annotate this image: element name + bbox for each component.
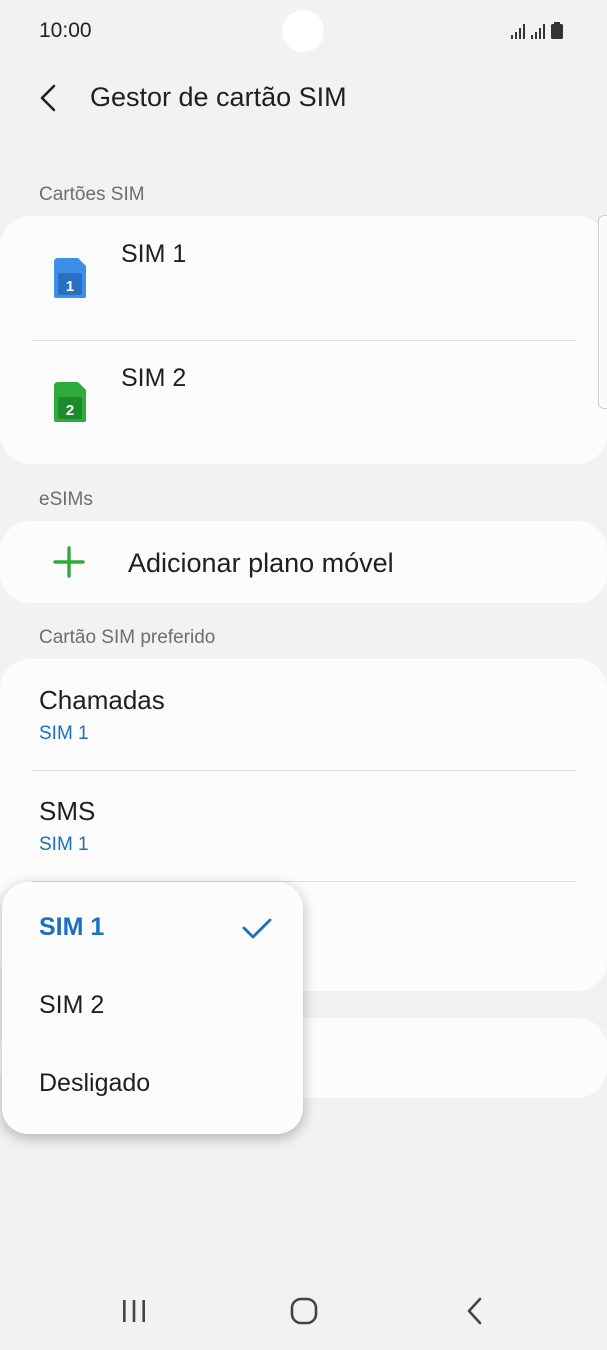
section-title-preferred: Cartão SIM preferido xyxy=(39,627,216,648)
esim-card: Adicionar plano móvel xyxy=(0,521,607,603)
pref-value-sms: SIM 1 xyxy=(39,834,89,855)
sim-badge-2: 2 xyxy=(66,402,74,419)
navigation-bar xyxy=(0,1270,607,1350)
sim-card-row-1[interactable]: 1 SIM 1 xyxy=(0,216,607,340)
dropdown-option-sim1[interactable]: SIM 1 xyxy=(2,891,303,969)
signal-battery-icons xyxy=(511,22,563,39)
sim-card-row-2[interactable]: 2 SIM 2 xyxy=(0,340,607,464)
pref-value-calls: SIM 1 xyxy=(39,723,89,744)
app-bar: Gestor de cartão SIM xyxy=(0,62,607,134)
signal-icon xyxy=(511,24,525,39)
dropdown-option-sim2[interactable]: SIM 2 xyxy=(2,969,303,1047)
pref-row-calls[interactable]: Chamadas SIM 1 xyxy=(0,659,607,769)
chevron-left-icon[interactable] xyxy=(28,76,72,120)
sim-card-icon: 1 xyxy=(54,258,86,298)
pref-title-calls: Chamadas xyxy=(39,685,165,715)
page-title: Gestor de cartão SIM xyxy=(90,82,347,112)
scrollbar[interactable] xyxy=(598,215,607,409)
sim-label: SIM 1 xyxy=(121,240,187,268)
camera-cutout xyxy=(282,10,324,52)
sim-badge-1: 1 xyxy=(66,278,74,295)
dropdown-option-off[interactable]: Desligado xyxy=(2,1047,303,1125)
sim-card-icon: 2 xyxy=(54,382,86,422)
check-icon xyxy=(242,918,272,939)
pref-row-sms[interactable]: SMS SIM 1 xyxy=(0,770,607,880)
recents-icon[interactable] xyxy=(104,1286,164,1336)
sim-select-dropdown: SIM 1 SIM 2 Desligado xyxy=(2,882,303,1134)
dropdown-option-label: SIM 2 xyxy=(39,991,105,1019)
plus-icon xyxy=(53,546,85,578)
dropdown-option-label: SIM 1 xyxy=(39,913,105,941)
add-mobile-plan-button[interactable]: Adicionar plano móvel xyxy=(0,521,607,603)
status-time: 10:00 xyxy=(39,19,92,42)
sim-label: SIM 2 xyxy=(121,364,187,392)
add-mobile-plan-label: Adicionar plano móvel xyxy=(128,548,394,578)
home-icon[interactable] xyxy=(274,1286,334,1336)
pref-title-sms: SMS xyxy=(39,796,96,826)
sim-cards-card: 1 SIM 1 2 SIM 2 xyxy=(0,216,607,464)
status-bar: 10:00 xyxy=(0,0,607,62)
section-title-esims: eSIMs xyxy=(39,489,93,510)
battery-icon xyxy=(551,22,563,39)
back-icon[interactable] xyxy=(445,1286,505,1336)
signal-icon-2 xyxy=(531,24,545,39)
section-title-sim-cards: Cartões SIM xyxy=(39,184,145,205)
dropdown-option-label: Desligado xyxy=(39,1069,151,1097)
